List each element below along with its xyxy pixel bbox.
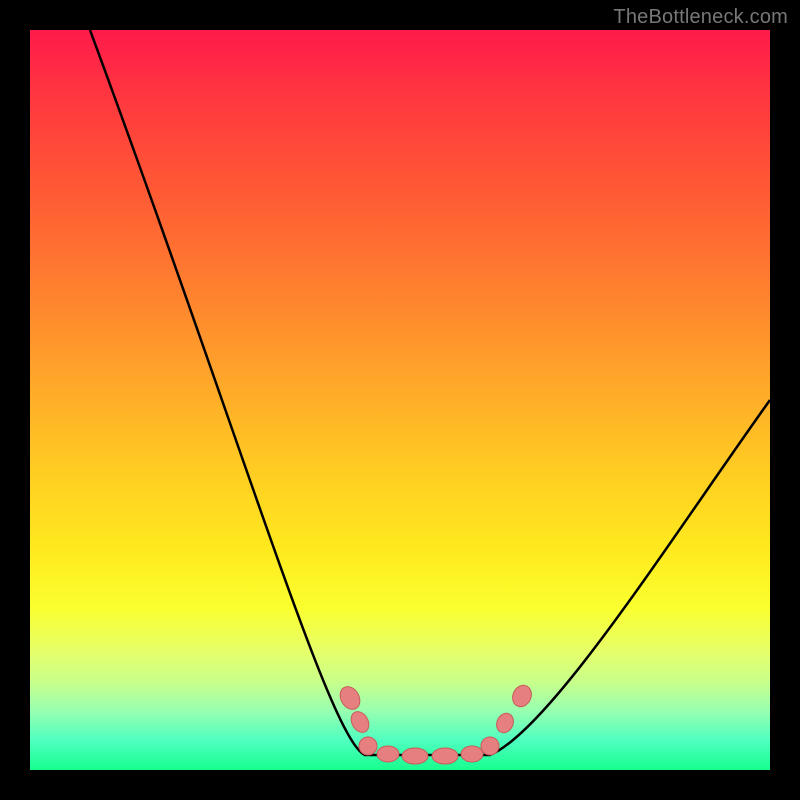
data-marker: [509, 682, 535, 710]
data-marker: [336, 683, 364, 713]
data-marker: [377, 746, 399, 762]
plot-area: [30, 30, 770, 770]
data-marker: [359, 737, 377, 755]
data-marker: [348, 708, 373, 735]
attribution-label: TheBottleneck.com: [613, 6, 788, 29]
data-marker: [461, 746, 483, 762]
bottleneck-curve: [90, 30, 770, 755]
data-markers: [336, 682, 535, 764]
data-marker: [481, 737, 499, 755]
data-marker: [494, 711, 517, 736]
chart-svg: [30, 30, 770, 770]
bottleneck-curve-path: [90, 30, 770, 755]
data-marker: [432, 748, 458, 764]
chart-frame: TheBottleneck.com: [0, 0, 800, 800]
data-marker: [402, 748, 428, 764]
